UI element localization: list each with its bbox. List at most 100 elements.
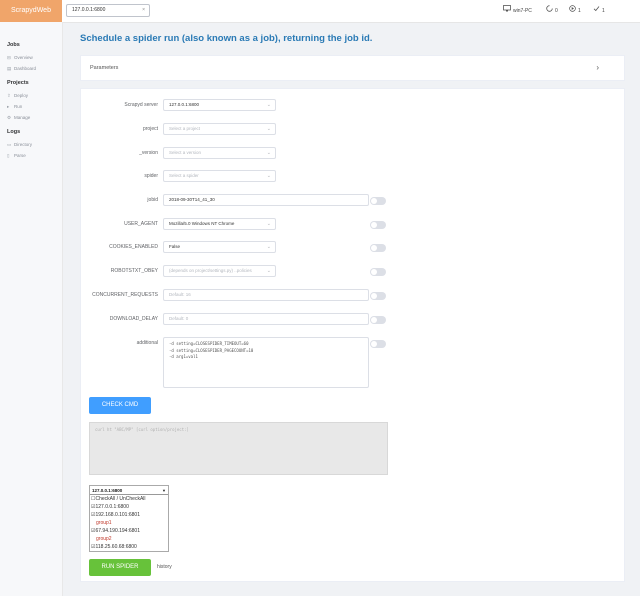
additional-toggle[interactable]: [370, 340, 386, 348]
additional-line: -d arg1=val1: [169, 354, 198, 359]
node-option[interactable]: ☑192.168.0.101:6801: [91, 512, 140, 518]
sidebar: Jobs ⊟ Overview ▤ Dashboard Projects ⇪ Depl…: [0, 22, 63, 596]
label-additional: additional: [136, 340, 158, 346]
spinner-icon: [546, 5, 553, 16]
label-robotstxt-obey: ROBOTSTXT_OBEY: [110, 268, 158, 274]
select-value: False: [169, 244, 181, 249]
sidebar-item-label: Deploy: [14, 93, 29, 98]
sidebar-item-manage[interactable]: ⚙ Manage: [7, 115, 30, 121]
monitor-icon: [503, 5, 511, 16]
sidebar-title-jobs: Jobs: [7, 42, 20, 48]
select-placeholder: Select a project: [169, 126, 201, 131]
sidebar-item-label: Run: [14, 104, 23, 109]
jobid-input[interactable]: 2018-09-30T14_41_30: [163, 194, 369, 206]
sidebar-title-projects: Projects: [7, 80, 29, 86]
label-user-agent: USER_AGENT: [124, 221, 158, 227]
chevron-down-icon: ⌄: [266, 150, 271, 156]
sidebar-item-deploy[interactable]: ⇪ Deploy: [7, 93, 28, 99]
concurrent-requests-toggle[interactable]: [370, 292, 386, 300]
node-select[interactable]: 127.0.0.1:6800 ▼ ☐CheckAll / UnCheckAll ☑…: [89, 485, 169, 552]
sidebar-item-label: Overview: [14, 55, 33, 60]
input-placeholder: Default: 0: [169, 316, 189, 321]
download-delay-input[interactable]: Default: 0: [163, 313, 369, 325]
overview-icon: ⊟: [7, 55, 11, 60]
node-option[interactable]: ☑118.25.60.68:6800: [91, 544, 137, 550]
run-spider-button[interactable]: RUN SPIDER: [89, 559, 151, 576]
sidebar-title-logs: Logs: [7, 129, 21, 135]
node-group-label[interactable]: group2: [96, 536, 112, 542]
chevron-right-icon[interactable]: ›: [596, 63, 599, 72]
sidebar-item-directory[interactable]: ▭ Directory: [7, 142, 32, 148]
chevron-down-icon: ⌄: [266, 221, 271, 227]
label-jobid: jobid: [147, 197, 158, 203]
chevron-down-icon: ⌄: [266, 102, 271, 108]
jobid-toggle[interactable]: [370, 197, 386, 205]
label-concurrent-requests: CONCURRENT_REQUESTS: [92, 292, 158, 298]
project-select[interactable]: Select a project ⌄: [163, 123, 276, 135]
finished-count: 1: [602, 8, 605, 14]
input-placeholder: Default: 16: [169, 292, 191, 297]
select-value: Mozilla/5.0 Windows NT Chrome: [169, 221, 235, 226]
pending-indicator[interactable]: 0: [546, 5, 558, 16]
close-icon[interactable]: ×: [142, 5, 145, 16]
parameters-collapse[interactable]: Parameters ›: [80, 55, 625, 81]
cmd-preview: curl ht "ABC/MP" [curl option/project:]: [89, 422, 388, 475]
dropdown-arrow-icon: ▼: [162, 488, 166, 493]
history-link[interactable]: history: [157, 564, 172, 570]
chevron-down-icon: ⌄: [266, 244, 271, 250]
select-value: 127.0.0.1:6800: [169, 102, 200, 107]
node-option-check-all[interactable]: ☐CheckAll / UnCheckAll: [91, 496, 146, 502]
pending-count: 0: [555, 8, 558, 14]
download-delay-toggle[interactable]: [370, 316, 386, 324]
label-cookies-enabled: COOKIES_ENABLED: [109, 244, 158, 250]
robotstxt-obey-toggle[interactable]: [370, 268, 386, 276]
gear-icon: ⚙: [7, 115, 12, 120]
sidebar-item-label: Dashboard: [14, 66, 37, 71]
robotstxt-obey-select[interactable]: (depends on project/settings.py) ..polic…: [163, 265, 276, 277]
scrapyd-server-select[interactable]: 127.0.0.1:6800 ⌄: [163, 99, 276, 111]
node-select-header[interactable]: 127.0.0.1:6800 ▼: [90, 486, 168, 495]
label-project: project: [142, 126, 158, 132]
running-indicator[interactable]: 1: [569, 5, 581, 16]
folder-icon: ▭: [7, 142, 12, 147]
sidebar-item-parse[interactable]: ▯ Parse: [7, 153, 26, 159]
label-spider: spider: [144, 173, 158, 179]
user-agent-select[interactable]: Mozilla/5.0 Windows NT Chrome ⌄: [163, 218, 276, 230]
sidebar-item-run[interactable]: ▸ Run: [7, 104, 22, 110]
user-agent-toggle[interactable]: [370, 221, 386, 229]
label-download-delay: DOWNLOAD_DELAY: [109, 316, 158, 322]
pc-label: win7-PC: [513, 8, 532, 14]
input-value: 2018-09-30T14_41_30: [169, 197, 215, 202]
node-option[interactable]: ☑67.94.190.194:6801: [91, 528, 140, 534]
sidebar-item-label: Parse: [14, 153, 26, 158]
running-count: 1: [578, 8, 581, 14]
additional-textarea[interactable]: -d setting=CLOSESPIDER_TIMEOUT=60 -d set…: [163, 337, 369, 388]
check-icon: [593, 5, 600, 16]
chevron-down-icon: ⌄: [266, 268, 271, 274]
server-tab[interactable]: 127.0.0.1:6800 ×: [66, 4, 150, 17]
cookies-enabled-select[interactable]: False ⌄: [163, 241, 276, 253]
sidebar-item-label: Directory: [14, 142, 33, 147]
version-select[interactable]: Select a version ⌄: [163, 147, 276, 159]
node-option[interactable]: ☑127.0.0.1:6800: [91, 504, 129, 510]
parameters-label: Parameters: [90, 65, 119, 71]
finished-indicator[interactable]: 1: [593, 5, 605, 16]
select-placeholder: (depends on project/settings.py) ..polic…: [169, 268, 252, 273]
pc-indicator[interactable]: win7-PC: [503, 5, 532, 16]
concurrent-requests-input[interactable]: Default: 16: [163, 289, 369, 301]
node-group-label[interactable]: group1: [96, 520, 112, 526]
sidebar-item-overview[interactable]: ⊟ Overview: [7, 55, 33, 61]
dashboard-icon: ▤: [7, 66, 12, 71]
check-cmd-button[interactable]: CHECK CMD: [89, 397, 151, 414]
server-tab-label: 127.0.0.1:6800: [72, 7, 106, 13]
node-select-value: 127.0.0.1:6800: [92, 488, 123, 493]
page-title: Schedule a spider run (also known as a j…: [80, 33, 373, 44]
app-logo[interactable]: ScrapydWeb: [0, 0, 62, 22]
label-version: _version: [139, 150, 158, 156]
upload-icon: ⇪: [7, 93, 11, 98]
label-scrapyd-server: Scrapyd server: [124, 102, 158, 108]
spider-select[interactable]: Select a spider ⌄: [163, 170, 276, 182]
sidebar-item-dashboard[interactable]: ▤ Dashboard: [7, 66, 36, 72]
chevron-down-icon: ⌄: [266, 126, 271, 132]
cookies-enabled-toggle[interactable]: [370, 244, 386, 252]
